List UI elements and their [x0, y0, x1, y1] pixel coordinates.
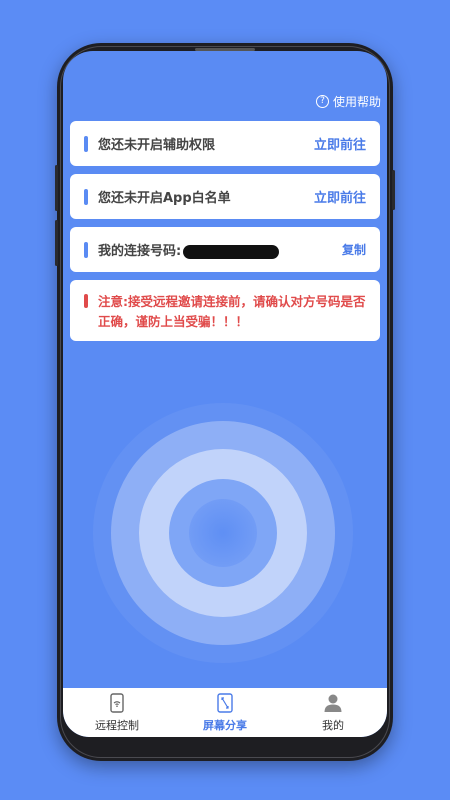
tab-remote-control[interactable]: 远程控制 [63, 688, 171, 737]
card-accent-bar [84, 188, 88, 205]
tab-screen-share[interactable]: 屏幕分享 [171, 688, 279, 737]
card-accent-bar [84, 241, 88, 258]
card-accent-bar [84, 135, 88, 152]
warning-card: 注意:接受远程邀请连接前，请确认对方号码是否正确，谨防上当受骗！！！ [70, 280, 380, 341]
accessibility-go-button[interactable]: 立即前往 [314, 134, 366, 153]
radar-animation [93, 403, 353, 663]
phone-wifi-icon [107, 693, 127, 713]
accessibility-card: 您还未开启辅助权限 立即前往 [70, 121, 380, 166]
whitelist-go-button[interactable]: 立即前往 [314, 187, 366, 206]
connection-label: 我的连接号码: [98, 244, 182, 259]
bottom-tab-bar: 远程控制 屏幕分享 我的 [63, 688, 387, 737]
screen-share-icon [215, 693, 235, 713]
accessibility-text: 您还未开启辅助权限 [98, 138, 216, 153]
phone-side-button [55, 165, 58, 211]
tab-label: 我的 [322, 719, 344, 732]
copy-button[interactable]: 复制 [342, 241, 366, 258]
radar-core [189, 499, 257, 567]
question-circle-icon: ? [315, 95, 329, 108]
tab-mine[interactable]: 我的 [279, 688, 387, 737]
user-icon [323, 693, 343, 713]
tab-label: 远程控制 [95, 719, 139, 732]
warning-text: 注意:接受远程邀请连接前，请确认对方号码是否正确，谨防上当受骗！！！ [98, 294, 366, 329]
whitelist-text: 您还未开启App白名单 [98, 191, 231, 206]
help-label: 使用帮助 [332, 95, 381, 109]
warning-accent-bar [84, 294, 88, 308]
phone-side-button [55, 220, 58, 266]
phone-side-button [392, 170, 395, 210]
connection-card: 我的连接号码: 复制 [70, 227, 380, 272]
connection-row: 我的连接号码: [98, 240, 342, 259]
tab-label: 屏幕分享 [203, 719, 247, 732]
help-link[interactable]: ? 使用帮助 [315, 93, 381, 110]
whitelist-card: 您还未开启App白名单 立即前往 [70, 174, 380, 219]
app-screen: ? 使用帮助 您还未开启辅助权限 立即前往 您还未开启App白名单 立即前往 我… [63, 51, 387, 737]
redacted-number [183, 244, 280, 259]
